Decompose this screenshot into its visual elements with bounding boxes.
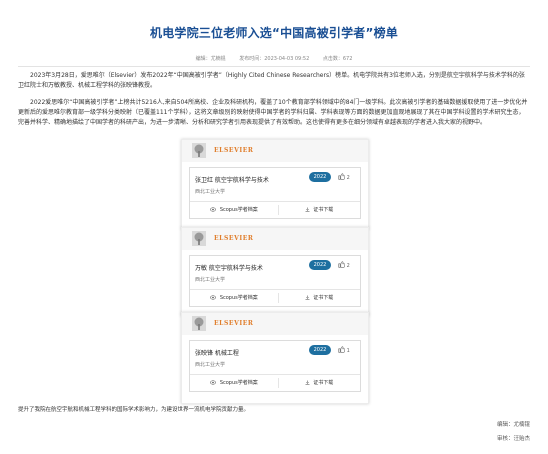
scholar-name: 万敏 航空宇航科学与技术 — [195, 265, 263, 272]
download-icon — [305, 207, 310, 212]
like-count: 2 — [346, 175, 350, 181]
footer-reviewer: 审核：汪贻杰 — [496, 436, 530, 442]
elsevier-logo-row: ELSEVIER — [182, 140, 368, 162]
like-count: 1 — [346, 348, 350, 354]
certificate-download-button[interactable]: 证书下载 — [278, 378, 359, 388]
article-title: 机电学院三位老师入选“中国高被引学者”榜单 — [150, 26, 398, 40]
scholar-affiliation: 西北工业大学 — [195, 189, 226, 195]
scholar-name: 张映锋 机械工程 — [195, 350, 239, 357]
scopus-profile-button[interactable]: Scopus学者档案 — [194, 293, 274, 303]
scholar-panel: ELSEVIER 张卫红 航空宇航科学与技术 西北工业大学 2022 2 Sco… — [181, 139, 369, 229]
elsevier-logo-row: ELSEVIER — [182, 313, 368, 335]
footer-editor: 编辑：尤楠锟 — [496, 422, 530, 428]
eye-icon — [210, 207, 217, 212]
elsevier-tree-icon — [192, 231, 206, 246]
scholar-panel: ELSEVIER 张映锋 机械工程 西北工业大学 2022 1 Scopus学者… — [181, 312, 369, 404]
year-badge: 2022 — [309, 345, 331, 355]
thumbs-up-icon — [338, 346, 346, 353]
scopus-profile-label: Scopus学者档案 — [219, 207, 258, 213]
elsevier-brand: ELSEVIER — [214, 320, 254, 327]
elsevier-tree-icon — [192, 316, 206, 331]
scopus-profile-label: Scopus学者档案 — [219, 295, 258, 301]
scholar-affiliation: 西北工业大学 — [195, 362, 226, 368]
year-badge: 2022 — [309, 260, 331, 270]
scholar-card: 张卫红 航空宇航科学与技术 西北工业大学 2022 2 Scopus学者档案 证… — [189, 167, 361, 219]
scopus-profile-label: Scopus学者档案 — [219, 380, 258, 386]
card-actions: Scopus学者档案 证书下载 — [190, 289, 360, 306]
thumbs-up-icon — [338, 261, 346, 268]
certificate-download-button[interactable]: 证书下载 — [278, 205, 359, 215]
like-button[interactable]: 2 — [338, 261, 350, 269]
meta-views: 点击数：672 — [322, 56, 353, 62]
scholar-card: 万敏 航空宇航科学与技术 西北工业大学 2022 2 Scopus学者档案 证书… — [189, 255, 361, 307]
elsevier-brand: ELSEVIER — [214, 147, 254, 154]
eye-icon — [210, 380, 217, 385]
paragraph-1: 2023年3月28日，爱思唯尔（Elsevier）发布2022年“中国高被引学者… — [18, 72, 525, 89]
scholar-card: 张映锋 机械工程 西北工业大学 2022 1 Scopus学者档案 证书下载 — [189, 340, 361, 392]
eye-icon — [210, 295, 217, 300]
certificate-download-label: 证书下载 — [313, 207, 334, 213]
closing-paragraph: 提升了我院在航空宇航和机械工程学科的国际学术影响力，为建设世界一流机电学院贡献力… — [18, 407, 250, 413]
card-actions: Scopus学者档案 证书下载 — [190, 374, 360, 391]
certificate-download-label: 证书下载 — [313, 295, 334, 301]
scopus-profile-button[interactable]: Scopus学者档案 — [194, 205, 274, 215]
elsevier-logo-row: ELSEVIER — [182, 228, 368, 250]
scholar-panel: ELSEVIER 万敏 航空宇航科学与技术 西北工业大学 2022 2 Scop… — [181, 227, 369, 316]
elsevier-brand: ELSEVIER — [214, 235, 254, 242]
certificate-download-button[interactable]: 证书下载 — [278, 293, 359, 303]
title-divider — [18, 66, 530, 67]
like-count: 2 — [346, 263, 350, 269]
thumbs-up-icon — [338, 173, 346, 180]
scopus-profile-button[interactable]: Scopus学者档案 — [194, 378, 274, 388]
card-actions: Scopus学者档案 证书下载 — [190, 201, 360, 218]
certificate-download-label: 证书下载 — [313, 380, 334, 386]
elsevier-tree-icon — [192, 143, 206, 158]
meta-editor: 编辑：尤楠锟 — [195, 56, 226, 62]
year-badge: 2022 — [309, 172, 331, 182]
article-meta: 编辑：尤楠锟 发布时间：2023-04-03 09:52 点击数：672 — [0, 55, 548, 62]
paragraph-2: 2022爱思唯尔“中国高被引学者”上榜共计5216人,来自504所高校、企业及科… — [18, 99, 528, 126]
like-button[interactable]: 2 — [338, 173, 350, 181]
scholar-affiliation: 西北工业大学 — [195, 277, 226, 283]
scholar-name: 张卫红 航空宇航科学与技术 — [195, 177, 269, 184]
like-button[interactable]: 1 — [338, 346, 350, 354]
meta-date: 发布时间：2023-04-03 09:52 — [239, 56, 310, 62]
download-icon — [305, 380, 310, 385]
download-icon — [305, 295, 310, 300]
